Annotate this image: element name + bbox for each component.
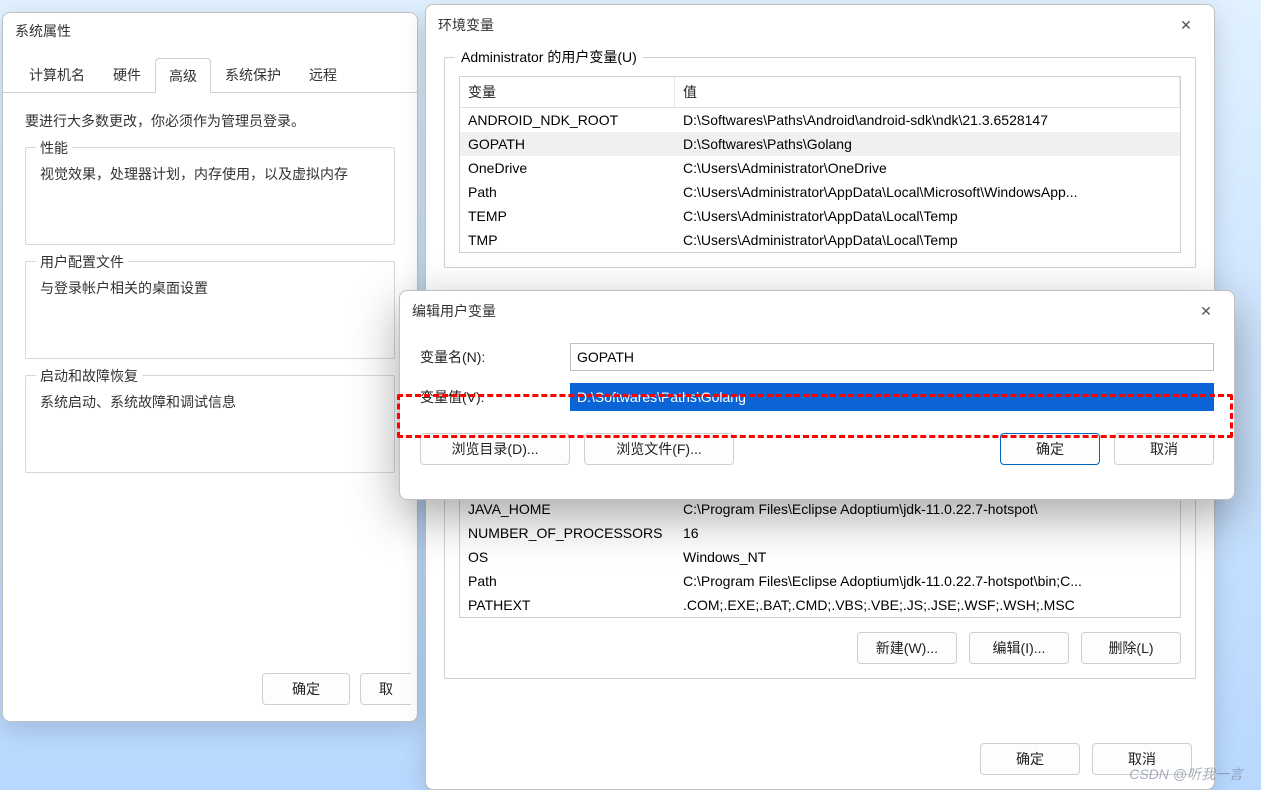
startup-label: 启动和故障恢复 <box>36 366 142 386</box>
sysprops-tabs: 计算机名硬件高级系统保护远程 <box>3 57 417 93</box>
edituv-cancel-button[interactable]: 取消 <box>1114 433 1214 465</box>
var-name-cell: OS <box>460 547 675 567</box>
var-name-label: 变量名(N): <box>420 347 570 367</box>
envvars-ok-button[interactable]: 确定 <box>980 743 1080 775</box>
sysprops-footer: 确定 取 <box>262 673 411 705</box>
table-row[interactable]: OneDriveC:\Users\Administrator\OneDrive <box>460 156 1180 180</box>
edituv-footer: 浏览目录(D)... 浏览文件(F)... 确定 取消 <box>400 423 1234 481</box>
envvars-titlebar[interactable]: 环境变量 ✕ <box>426 5 1214 45</box>
col-var[interactable]: 变量 <box>460 77 675 107</box>
var-name-cell: NUMBER_OF_PROCESSORS <box>460 523 675 543</box>
var-name-cell: PATHEXT <box>460 595 675 615</box>
browse-file-button[interactable]: 浏览文件(F)... <box>584 433 734 465</box>
tab-硬件[interactable]: 硬件 <box>99 57 155 92</box>
sysprops-ok-button[interactable]: 确定 <box>262 673 350 705</box>
watermark: CSDN @听我一言 <box>1129 764 1243 784</box>
var-name-row: 变量名(N): <box>420 343 1214 371</box>
var-name-cell: OneDrive <box>460 158 675 178</box>
var-value-cell: .COM;.EXE;.BAT;.CMD;.VBS;.VBE;.JS;.JSE;.… <box>675 595 1180 615</box>
user-vars-group: Administrator 的用户变量(U) 变量 值 ANDROID_NDK_… <box>444 57 1196 268</box>
tab-高级[interactable]: 高级 <box>155 58 211 93</box>
table-row[interactable]: TMPC:\Users\Administrator\AppData\Local\… <box>460 228 1180 252</box>
sys-new-button[interactable]: 新建(W)... <box>857 632 957 664</box>
sys-vars-buttons: 新建(W)... 编辑(I)... 删除(L) <box>459 632 1181 664</box>
var-name-cell: TMP <box>460 230 675 250</box>
sys-edit-button[interactable]: 编辑(I)... <box>969 632 1069 664</box>
table-row[interactable]: NUMBER_OF_PROCESSORS16 <box>460 521 1180 545</box>
table-row[interactable]: OSWindows_NT <box>460 545 1180 569</box>
table-row[interactable]: TEMPC:\Users\Administrator\AppData\Local… <box>460 204 1180 228</box>
var-value-cell: C:\Users\Administrator\AppData\Local\Mic… <box>675 182 1180 202</box>
performance-label: 性能 <box>36 138 72 158</box>
browse-dir-button[interactable]: 浏览目录(D)... <box>420 433 570 465</box>
table-row[interactable]: GOPATHD:\Softwares\Paths\Golang <box>460 132 1180 156</box>
var-value-cell: C:\Users\Administrator\AppData\Local\Tem… <box>675 206 1180 226</box>
var-name-cell: Path <box>460 571 675 591</box>
tab-系统保护[interactable]: 系统保护 <box>211 57 295 92</box>
var-name-input[interactable] <box>570 343 1214 371</box>
var-value-label: 变量值(V): <box>420 387 570 407</box>
startup-fieldset: 启动和故障恢复 系统启动、系统故障和调试信息 <box>25 375 395 473</box>
var-value-cell: D:\Softwares\Paths\Golang <box>675 134 1180 154</box>
close-icon[interactable]: ✕ <box>1190 299 1222 323</box>
table-row[interactable]: PATHEXT.COM;.EXE;.BAT;.CMD;.VBS;.VBE;.JS… <box>460 593 1180 617</box>
edituv-ok-button[interactable]: 确定 <box>1000 433 1100 465</box>
table-row[interactable]: PathC:\Users\Administrator\AppData\Local… <box>460 180 1180 204</box>
userprofiles-label: 用户配置文件 <box>36 252 128 272</box>
var-value-cell: C:\Program Files\Eclipse Adoptium\jdk-11… <box>675 499 1180 519</box>
var-name-cell: TEMP <box>460 206 675 226</box>
var-value-cell: C:\Program Files\Eclipse Adoptium\jdk-11… <box>675 571 1180 591</box>
edituv-titlebar[interactable]: 编辑用户变量 ✕ <box>400 291 1234 331</box>
edit-user-variable-window: 编辑用户变量 ✕ 变量名(N): 变量值(V): 浏览目录(D)... 浏览文件… <box>399 290 1235 500</box>
var-value-cell: Windows_NT <box>675 547 1180 567</box>
var-value-cell: C:\Users\Administrator\OneDrive <box>675 158 1180 178</box>
sysprops-titlebar[interactable]: 系统属性 <box>3 13 417 49</box>
user-vars-group-label: Administrator 的用户变量(U) <box>455 47 643 67</box>
sysprops-title: 系统属性 <box>15 21 405 41</box>
var-value-cell: C:\Users\Administrator\AppData\Local\Tem… <box>675 230 1180 250</box>
user-vars-table[interactable]: 变量 值 ANDROID_NDK_ROOTD:\Softwares\Paths\… <box>459 76 1181 253</box>
table-row[interactable]: JAVA_HOMEC:\Program Files\Eclipse Adopti… <box>460 497 1180 521</box>
var-name-cell: GOPATH <box>460 134 675 154</box>
tab-计算机名[interactable]: 计算机名 <box>15 57 99 92</box>
table-row[interactable]: PathC:\Program Files\Eclipse Adoptium\jd… <box>460 569 1180 593</box>
sys-delete-button[interactable]: 删除(L) <box>1081 632 1181 664</box>
var-name-cell: ANDROID_NDK_ROOT <box>460 110 675 130</box>
tab-远程[interactable]: 远程 <box>295 57 351 92</box>
var-name-cell: Path <box>460 182 675 202</box>
startup-desc: 系统启动、系统故障和调试信息 <box>40 392 380 412</box>
performance-desc: 视觉效果，处理器计划，内存使用，以及虚拟内存 <box>40 164 380 184</box>
var-name-cell: JAVA_HOME <box>460 499 675 519</box>
admin-note: 要进行大多数更改，你必须作为管理员登录。 <box>25 111 395 131</box>
var-value-row: 变量值(V): <box>420 383 1214 411</box>
sys-vars-table[interactable]: JAVA_HOMEC:\Program Files\Eclipse Adopti… <box>459 497 1181 618</box>
userprofiles-fieldset: 用户配置文件 与登录帐户相关的桌面设置 <box>25 261 395 359</box>
close-icon[interactable]: ✕ <box>1170 13 1202 37</box>
system-properties-window: 系统属性 计算机名硬件高级系统保护远程 要进行大多数更改，你必须作为管理员登录。… <box>2 12 418 722</box>
sysprops-tab-body: 要进行大多数更改，你必须作为管理员登录。 性能 视觉效果，处理器计划，内存使用，… <box>3 93 417 491</box>
var-value-input[interactable] <box>570 383 1214 411</box>
var-value-cell: D:\Softwares\Paths\Android\android-sdk\n… <box>675 110 1180 130</box>
var-value-cell: 16 <box>675 523 1180 543</box>
userprofiles-desc: 与登录帐户相关的桌面设置 <box>40 278 380 298</box>
table-row[interactable]: ANDROID_NDK_ROOTD:\Softwares\Paths\Andro… <box>460 108 1180 132</box>
envvars-title: 环境变量 <box>438 15 1170 35</box>
edituv-title: 编辑用户变量 <box>412 301 1190 321</box>
col-val[interactable]: 值 <box>675 77 1180 107</box>
sys-vars-group: JAVA_HOMEC:\Program Files\Eclipse Adopti… <box>444 478 1196 679</box>
performance-fieldset: 性能 视觉效果，处理器计划，内存使用，以及虚拟内存 <box>25 147 395 245</box>
sysprops-cancel-button[interactable]: 取 <box>360 673 411 705</box>
